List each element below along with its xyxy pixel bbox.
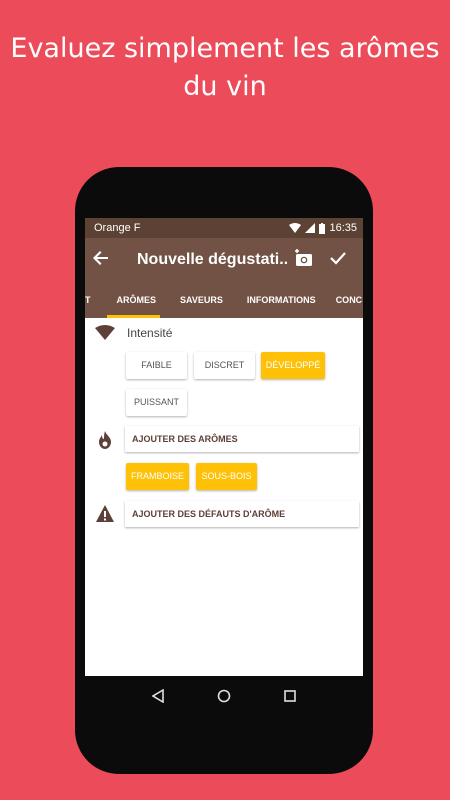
flame-icon: [99, 431, 111, 449]
battery-icon: [319, 222, 326, 234]
page-title: Nouvelle dégustati...: [137, 251, 287, 268]
tab-saveurs[interactable]: SAVEURS: [166, 282, 233, 318]
intensity-option-faible[interactable]: FAIBLE: [126, 352, 187, 379]
signal-icon: [305, 223, 316, 233]
save-button[interactable]: [321, 251, 355, 270]
aromas-panel: Intensité FAIBLE DISCRET DÉVELOPPÉ PUISS…: [85, 318, 363, 676]
wifi-signal-icon: [95, 325, 115, 340]
add-aromas-button[interactable]: AJOUTER DES ARÔMES: [125, 426, 359, 452]
back-triangle-icon: [152, 689, 164, 703]
wifi-icon: [289, 223, 302, 233]
tab-conclusion[interactable]: CONC: [326, 282, 363, 318]
tab-bar: T ARÔMES SAVEURS INFORMATIONS CONC: [85, 282, 363, 318]
aroma-tag-sous-bois[interactable]: SOUS-BOIS: [196, 463, 257, 490]
headline: Evaluez simplement les arômes du vin: [0, 30, 450, 106]
tab-partial-left[interactable]: T: [85, 282, 101, 318]
intensity-option-developpe[interactable]: DÉVELOPPÉ: [261, 352, 325, 379]
tab-aromes[interactable]: ARÔMES: [101, 282, 167, 318]
recents-square-icon: [284, 690, 296, 702]
check-icon: [330, 251, 346, 265]
clock: 16:35: [329, 222, 357, 234]
nav-home-button[interactable]: [214, 686, 234, 706]
intensity-label: Intensité: [127, 326, 173, 340]
warning-icon: [96, 505, 114, 522]
nav-recents-button[interactable]: [280, 686, 300, 706]
nav-back-button[interactable]: [148, 686, 168, 706]
phone-screen: Orange F 16:35 Nouvelle dégustati... T A…: [85, 218, 363, 676]
status-bar: Orange F 16:35: [85, 218, 363, 238]
aroma-tag-framboise[interactable]: FRAMBOISE: [126, 463, 189, 490]
carrier-label: Orange F: [94, 222, 141, 234]
add-defects-button[interactable]: AJOUTER DES DÉFAUTS D'ARÔME: [125, 501, 359, 527]
app-bar: Nouvelle dégustati...: [85, 238, 363, 282]
add-photo-button[interactable]: [287, 248, 321, 272]
intensity-option-discret[interactable]: DISCRET: [194, 352, 255, 379]
intensity-option-puissant[interactable]: PUISSANT: [126, 389, 187, 416]
back-button[interactable]: [93, 250, 121, 270]
add-photo-icon: [295, 248, 312, 266]
headline-line-2: du vin: [183, 71, 267, 102]
system-nav-bar: [85, 676, 363, 716]
headline-line-1: Evaluez simplement les arômes: [10, 33, 440, 64]
arrow-left-icon: [93, 251, 108, 265]
home-circle-icon: [217, 689, 231, 703]
tab-informations[interactable]: INFORMATIONS: [233, 282, 326, 318]
